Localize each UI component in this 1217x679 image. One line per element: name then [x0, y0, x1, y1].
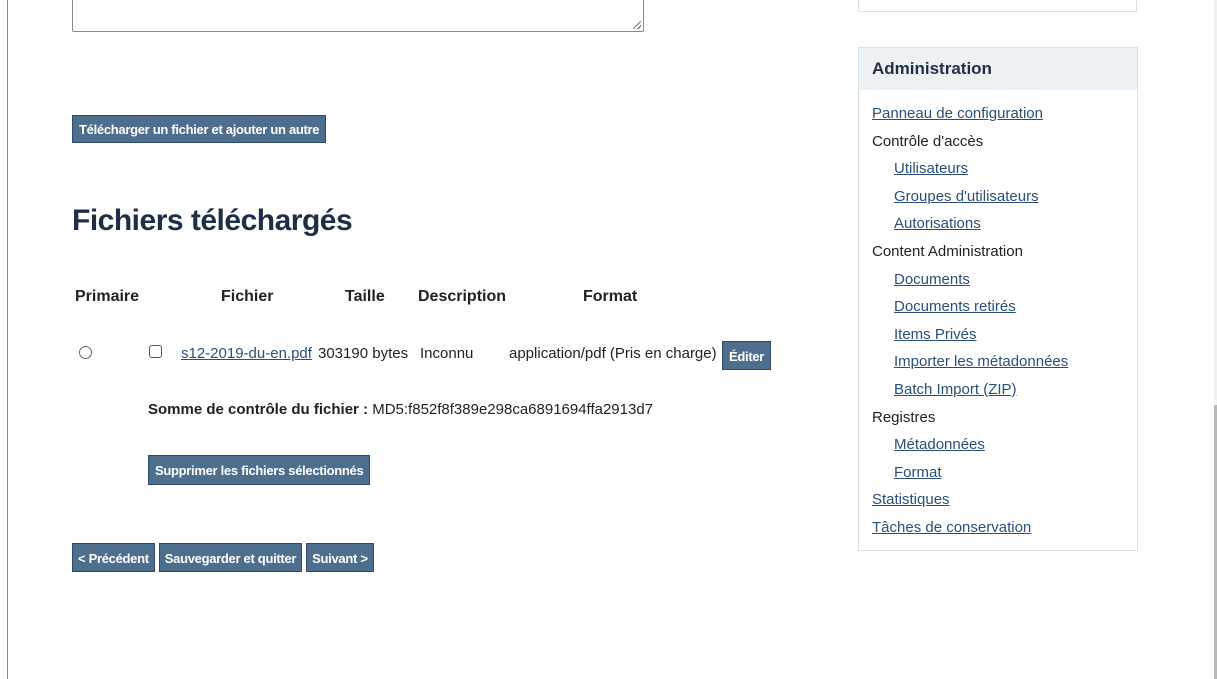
upload-and-add-another-button[interactable]: Télécharger un fichier et ajouter un aut…: [72, 115, 327, 143]
delete-selected-files-button[interactable]: Supprimer les fichiers sélectionnés: [148, 455, 371, 485]
checksum-value: MD5:f852f8f389e298ca6891694ffa2913d7: [372, 401, 654, 418]
checksum-label: Somme de contrôle du fichier :: [148, 401, 369, 418]
administration-menu: Panneau de configuration Contrôle d'accès…: [859, 90, 1137, 542]
sidebar-link-utilisateurs[interactable]: Utilisateurs: [872, 155, 1137, 183]
window-left-border: [7, 0, 8, 679]
file-name-link[interactable]: s12-2019-du-en.pdf: [181, 345, 312, 362]
sidebar-link-taches-de-conservation[interactable]: Tâches de conservation: [872, 514, 1137, 542]
resize-grip-icon[interactable]: [633, 21, 641, 29]
column-header-size: Taille: [345, 288, 385, 305]
sidebar-link-autorisations[interactable]: Autorisations: [872, 210, 1137, 238]
file-format-cell: application/pdf (Pris en charge): [509, 345, 717, 362]
file-name-cell: s12-2019-du-en.pdf: [181, 345, 312, 362]
page-title: Fichiers téléchargés: [72, 204, 353, 237]
description-textarea[interactable]: [72, 0, 644, 32]
edit-button[interactable]: Éditer: [722, 341, 772, 370]
sidebar-section-content-administration: Content Administration: [872, 242, 1023, 260]
previous-button[interactable]: < Précédent: [72, 543, 155, 572]
sidebar-section-controle-d-acces: Contrôle d'accès: [872, 132, 984, 150]
next-button[interactable]: Suivant >: [306, 543, 374, 572]
checksum-line: Somme de contrôle du fichier : MD5:f852f…: [148, 401, 653, 418]
sidebar-previous-panel: [858, 0, 1137, 12]
save-and-quit-button[interactable]: Sauvegarder et quitter: [158, 543, 303, 572]
sidebar-link-documents-retires[interactable]: Documents retirés: [872, 293, 1137, 321]
sidebar-link-metadonnees[interactable]: Métadonnées: [872, 431, 1137, 459]
sidebar-link-documents[interactable]: Documents: [872, 266, 1137, 294]
administration-panel-title: Administration: [859, 48, 1137, 90]
primary-radio[interactable]: [79, 346, 92, 359]
column-header-format: Format: [583, 288, 638, 305]
sidebar-section-registres: Registres: [872, 408, 936, 426]
sidebar-link-format[interactable]: Format: [872, 459, 1137, 487]
file-select-checkbox[interactable]: [149, 345, 162, 358]
sidebar-link-panneau-de-configuration[interactable]: Panneau de configuration: [872, 100, 1137, 128]
sidebar-link-importer-les-metadonnees[interactable]: Importer les métadonnées: [872, 348, 1137, 376]
file-description-cell: Inconnu: [420, 345, 474, 362]
sidebar-link-groupes-d-utilisateurs[interactable]: Groupes d'utilisateurs: [872, 183, 1137, 211]
column-header-description: Description: [418, 288, 507, 305]
column-header-primary: Primaire: [75, 288, 140, 305]
wizard-navigation: < Précédent Sauvegarder et quitter Suiva…: [72, 543, 374, 572]
sidebar-link-batch-import-zip[interactable]: Batch Import (ZIP): [872, 376, 1137, 404]
column-header-file: Fichier: [221, 288, 274, 305]
administration-panel: Administration Panneau de configuration C…: [858, 47, 1138, 551]
sidebar-link-items-prives[interactable]: Items Privés: [872, 321, 1137, 349]
file-size-cell: 303190 bytes: [318, 345, 409, 362]
sidebar-link-statistiques[interactable]: Statistiques: [872, 486, 1137, 514]
